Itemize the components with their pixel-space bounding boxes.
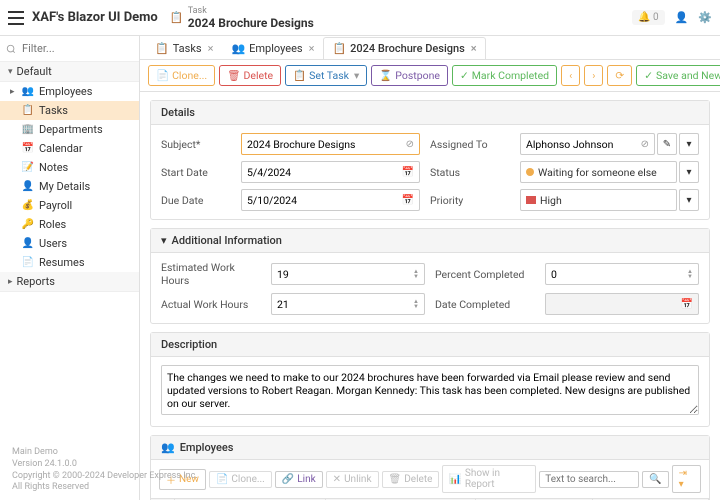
- sidebar-item-tasks[interactable]: 📋Tasks: [0, 101, 139, 120]
- additional-header[interactable]: ▾Additional Information: [151, 229, 709, 253]
- sidebar-item-my-details[interactable]: 👤My Details: [0, 177, 139, 196]
- prev-button[interactable]: ‹: [561, 65, 580, 86]
- priority-label: Priority: [430, 194, 510, 207]
- chevron-down-icon: ▾: [161, 234, 167, 247]
- nav-group-default[interactable]: ▾Default: [0, 62, 139, 82]
- clear-icon[interactable]: ⊘: [641, 139, 649, 150]
- sidebar-item-roles[interactable]: 🔑Roles: [0, 215, 139, 234]
- emp-delete-button[interactable]: 🗑 Delete: [382, 471, 440, 488]
- priority-input[interactable]: High: [520, 189, 677, 211]
- filter-input[interactable]: [6, 40, 133, 57]
- duedate-input[interactable]: 📅: [241, 189, 420, 211]
- emp-search-button[interactable]: 🔍: [642, 471, 668, 488]
- startdate-label: Start Date: [161, 166, 231, 179]
- actwork-input[interactable]: ▲▼: [271, 293, 425, 315]
- description-textarea[interactable]: [161, 365, 699, 415]
- postpone-button[interactable]: ⌛ Postpone: [371, 65, 448, 86]
- startdate-input[interactable]: 📅: [241, 161, 420, 183]
- nav-icon: 💰: [22, 200, 34, 212]
- spin-down[interactable]: ▼: [413, 304, 419, 309]
- hamburger-menu[interactable]: [8, 11, 24, 25]
- details-header: Details: [151, 101, 709, 125]
- clear-icon[interactable]: ⊘: [406, 139, 414, 150]
- datecomp-label: Date Completed: [435, 298, 535, 311]
- status-dropdown[interactable]: ▾: [679, 161, 699, 183]
- nav-icon: 📄: [22, 257, 34, 269]
- spin-down[interactable]: ▼: [413, 274, 419, 279]
- estwork-label: Estimated Work Hours: [161, 261, 261, 287]
- percent-input[interactable]: ▲▼: [545, 263, 699, 285]
- emp-unlink-button[interactable]: ✕ Unlink: [326, 471, 379, 488]
- assigned-input[interactable]: ⊘: [520, 133, 655, 155]
- footer: Main Demo Version 24.1.0.0 Copyright © 2…: [2, 443, 208, 498]
- settings-icon[interactable]: ⚙️: [698, 11, 712, 24]
- set-task-button[interactable]: 📋 Set Task▾: [285, 65, 367, 86]
- sidebar-item-departments[interactable]: 🏢Departments: [0, 120, 139, 139]
- nav-icon: 📅: [22, 143, 34, 155]
- sidebar-item-payroll[interactable]: 💰Payroll: [0, 196, 139, 215]
- calendar-icon: 📅: [681, 299, 693, 310]
- save-and-new-button[interactable]: ✓ Save and New▾: [636, 65, 720, 86]
- sidebar-item-employees[interactable]: ▸👥Employees: [0, 82, 139, 101]
- clone-button[interactable]: 📄 Clone...: [148, 65, 215, 86]
- task-header: Task 2024 Brochure Designs: [188, 6, 632, 30]
- tab-icon: 📋: [155, 42, 169, 55]
- emp-report-button[interactable]: 📊 Show in Report: [442, 465, 536, 493]
- nav-icon: 🔑: [22, 219, 34, 231]
- datecomp-input[interactable]: 📅: [545, 293, 699, 315]
- assigned-label: Assigned To: [430, 138, 510, 151]
- description-header: Description: [151, 333, 709, 357]
- nav-icon: 📋: [22, 105, 34, 117]
- estwork-input[interactable]: ▲▼: [271, 263, 425, 285]
- calendar-icon[interactable]: 📅: [402, 167, 414, 178]
- sidebar-item-calendar[interactable]: 📅Calendar: [0, 139, 139, 158]
- spin-down[interactable]: ▼: [687, 274, 693, 279]
- user-icon[interactable]: 👤: [675, 11, 689, 24]
- sidebar-item-resumes[interactable]: 📄Resumes: [0, 253, 139, 272]
- close-icon[interactable]: ×: [208, 42, 214, 55]
- subject-label: Subject*: [161, 138, 231, 151]
- next-button[interactable]: ›: [584, 65, 603, 86]
- sidebar-item-users[interactable]: 👤Users: [0, 234, 139, 253]
- actwork-label: Actual Work Hours: [161, 298, 261, 311]
- subject-input[interactable]: ⊘: [241, 133, 420, 155]
- tab-2024-brochure-designs[interactable]: 📋2024 Brochure Designs×: [323, 37, 485, 59]
- close-icon[interactable]: ×: [471, 42, 477, 55]
- brand-title: XAF's Blazor UI Demo: [32, 10, 158, 25]
- refresh-button[interactable]: ⟳: [607, 65, 632, 86]
- calendar-icon[interactable]: 📅: [402, 195, 414, 206]
- nav-icon: 👤: [22, 181, 34, 193]
- delete-button[interactable]: 🗑 Delete: [219, 65, 281, 86]
- nav-icon: 📝: [22, 162, 34, 174]
- notifications-button[interactable]: 🔔 0: [632, 10, 665, 25]
- mark-completed-button[interactable]: ✓ Mark Completed: [452, 65, 557, 86]
- emp-link-button[interactable]: 🔗 Link: [275, 471, 323, 488]
- emp-export-button[interactable]: ⇥ ▾: [672, 465, 701, 493]
- employees-header: 👥 Employees: [151, 436, 709, 460]
- close-icon[interactable]: ×: [309, 42, 315, 55]
- tab-employees[interactable]: 👥Employees×: [222, 37, 323, 59]
- sidebar-item-notes[interactable]: 📝Notes: [0, 158, 139, 177]
- assigned-dropdown[interactable]: ▾: [679, 133, 699, 155]
- nav-icon: 👥: [22, 86, 34, 98]
- tab-icon: 👥: [231, 42, 245, 55]
- emp-clone-button[interactable]: 📄 Clone...: [209, 471, 272, 488]
- status-input[interactable]: Waiting for someone else: [520, 161, 677, 183]
- status-label: Status: [430, 166, 510, 179]
- percent-label: Percent Completed: [435, 268, 535, 281]
- nav-icon: 🏢: [22, 124, 34, 136]
- priority-dropdown[interactable]: ▾: [679, 189, 699, 211]
- task-icon: 📋: [170, 11, 184, 25]
- edit-assigned-button[interactable]: ✎: [657, 133, 677, 155]
- emp-search-input[interactable]: [539, 471, 639, 488]
- nav-icon: 👤: [22, 238, 34, 250]
- duedate-label: Due Date: [161, 194, 231, 207]
- tab-icon: 📋: [332, 42, 346, 55]
- tab-tasks[interactable]: 📋Tasks×: [146, 37, 222, 59]
- nav-group-reports[interactable]: ▸Reports: [0, 272, 139, 292]
